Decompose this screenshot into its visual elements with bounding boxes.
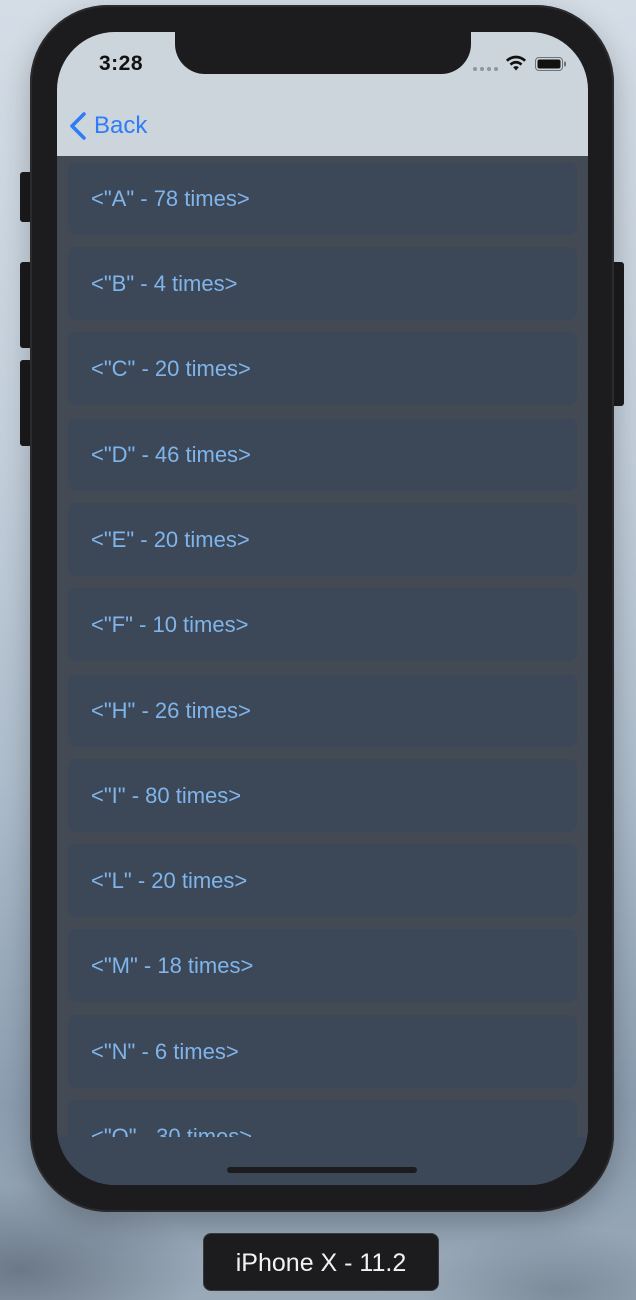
list-item[interactable]: <"A" - 78 times>: [68, 162, 577, 235]
status-icons: [471, 54, 581, 74]
list-item-label: <"M" - 18 times>: [91, 953, 254, 978]
home-indicator[interactable]: [227, 1167, 417, 1173]
list-item-label: <"E" - 20 times>: [91, 527, 250, 552]
back-button-label: Back: [94, 112, 148, 139]
navigation-bar: 3:28 Back: [57, 32, 588, 156]
device-screen: 3:28 Back <"A" - 78 times> <"B" - 4 time…: [57, 32, 588, 1185]
list-item-label: <"B" - 4 times>: [91, 271, 238, 296]
back-button[interactable]: Back: [67, 109, 177, 143]
list-item[interactable]: <"O" - 30 times>: [68, 1100, 577, 1137]
chevron-left-icon: [70, 112, 86, 140]
home-indicator-area: [57, 1137, 588, 1185]
list-item[interactable]: <"L" - 20 times>: [68, 844, 577, 917]
list-item[interactable]: <"N" - 6 times>: [68, 1015, 577, 1088]
list-item[interactable]: <"C" - 20 times>: [68, 332, 577, 405]
list-item[interactable]: <"I" - 80 times>: [68, 759, 577, 832]
list-item-label: <"A" - 78 times>: [91, 186, 250, 211]
list-item[interactable]: <"E" - 20 times>: [68, 503, 577, 576]
wifi-icon: [506, 55, 526, 71]
list-item[interactable]: <"M" - 18 times>: [68, 929, 577, 1002]
list-item-label: <"H" - 26 times>: [91, 698, 251, 723]
list-item[interactable]: <"H" - 26 times>: [68, 674, 577, 747]
list-item[interactable]: <"F" - 10 times>: [68, 588, 577, 661]
list-item[interactable]: <"B" - 4 times>: [68, 247, 577, 320]
list-item-label: <"L" - 20 times>: [91, 868, 248, 893]
list-item[interactable]: <"D" - 46 times>: [68, 418, 577, 491]
list-item-label: <"D" - 46 times>: [91, 442, 251, 467]
battery-icon: [535, 57, 566, 71]
occurrence-list[interactable]: <"A" - 78 times> <"B" - 4 times> <"C" - …: [57, 156, 588, 1137]
list-item-label: <"C" - 20 times>: [91, 356, 251, 381]
list-item-label: <"I" - 80 times>: [91, 783, 242, 808]
list-item-label: <"N" - 6 times>: [91, 1039, 239, 1064]
status-time: 3:28: [99, 52, 144, 75]
list-item-label: <"F" - 10 times>: [91, 612, 249, 637]
list-item-label: <"O" - 30 times>: [91, 1124, 253, 1137]
cellular-signal-icon: [473, 67, 499, 71]
device-notch: [175, 32, 471, 74]
simulator-device-label: iPhone X - 11.2: [203, 1233, 439, 1291]
